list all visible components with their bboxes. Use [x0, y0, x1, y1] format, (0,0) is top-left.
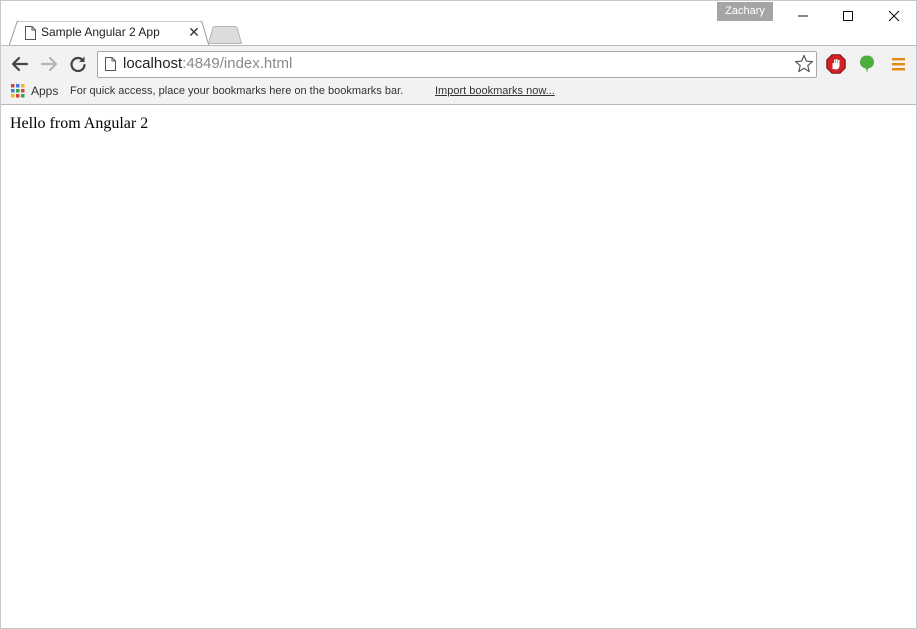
- import-bookmarks-link[interactable]: Import bookmarks now...: [435, 85, 555, 97]
- page-text: Hello from Angular 2: [10, 115, 149, 132]
- browser-window: Sample Angular 2 App ✕ Zachary localhost…: [0, 0, 917, 629]
- page-icon: [25, 26, 36, 40]
- new-tab-button[interactable]: [208, 26, 242, 44]
- tab-title: Sample Angular 2 App: [41, 25, 160, 39]
- maximize-icon[interactable]: [837, 5, 859, 27]
- tab-sample-angular-app[interactable]: Sample Angular 2 App ✕: [9, 21, 209, 46]
- url-text[interactable]: localhost:4849/index.html: [123, 55, 292, 72]
- forward-icon[interactable]: [39, 54, 59, 74]
- back-icon[interactable]: [10, 54, 30, 74]
- menu-icon[interactable]: [889, 54, 909, 74]
- tab-close-icon[interactable]: ✕: [187, 25, 201, 39]
- page-content: Hello from Angular 2: [1, 105, 916, 628]
- close-icon[interactable]: [883, 5, 905, 27]
- bookmarks-bar: Apps For quick access, place your bookma…: [1, 81, 916, 105]
- tab-strip: Sample Angular 2 App ✕ Zachary: [1, 1, 916, 46]
- url-host: localhost: [123, 55, 183, 72]
- reload-icon[interactable]: [68, 54, 88, 74]
- evernote-icon[interactable]: [857, 54, 877, 74]
- star-icon[interactable]: [794, 54, 814, 74]
- page-info-icon[interactable]: [105, 57, 116, 71]
- address-bar[interactable]: localhost:4849/index.html: [97, 51, 817, 78]
- bookmarks-hint: For quick access, place your bookmarks h…: [70, 85, 404, 97]
- url-path: :4849/index.html: [182, 55, 293, 72]
- apps-grid-icon[interactable]: [11, 84, 25, 98]
- navigation-toolbar: localhost:4849/index.html: [1, 45, 916, 82]
- profile-badge[interactable]: Zachary: [717, 2, 773, 21]
- minimize-icon[interactable]: [792, 5, 814, 27]
- apps-shortcut[interactable]: Apps: [31, 84, 58, 98]
- adblock-icon[interactable]: [826, 54, 846, 74]
